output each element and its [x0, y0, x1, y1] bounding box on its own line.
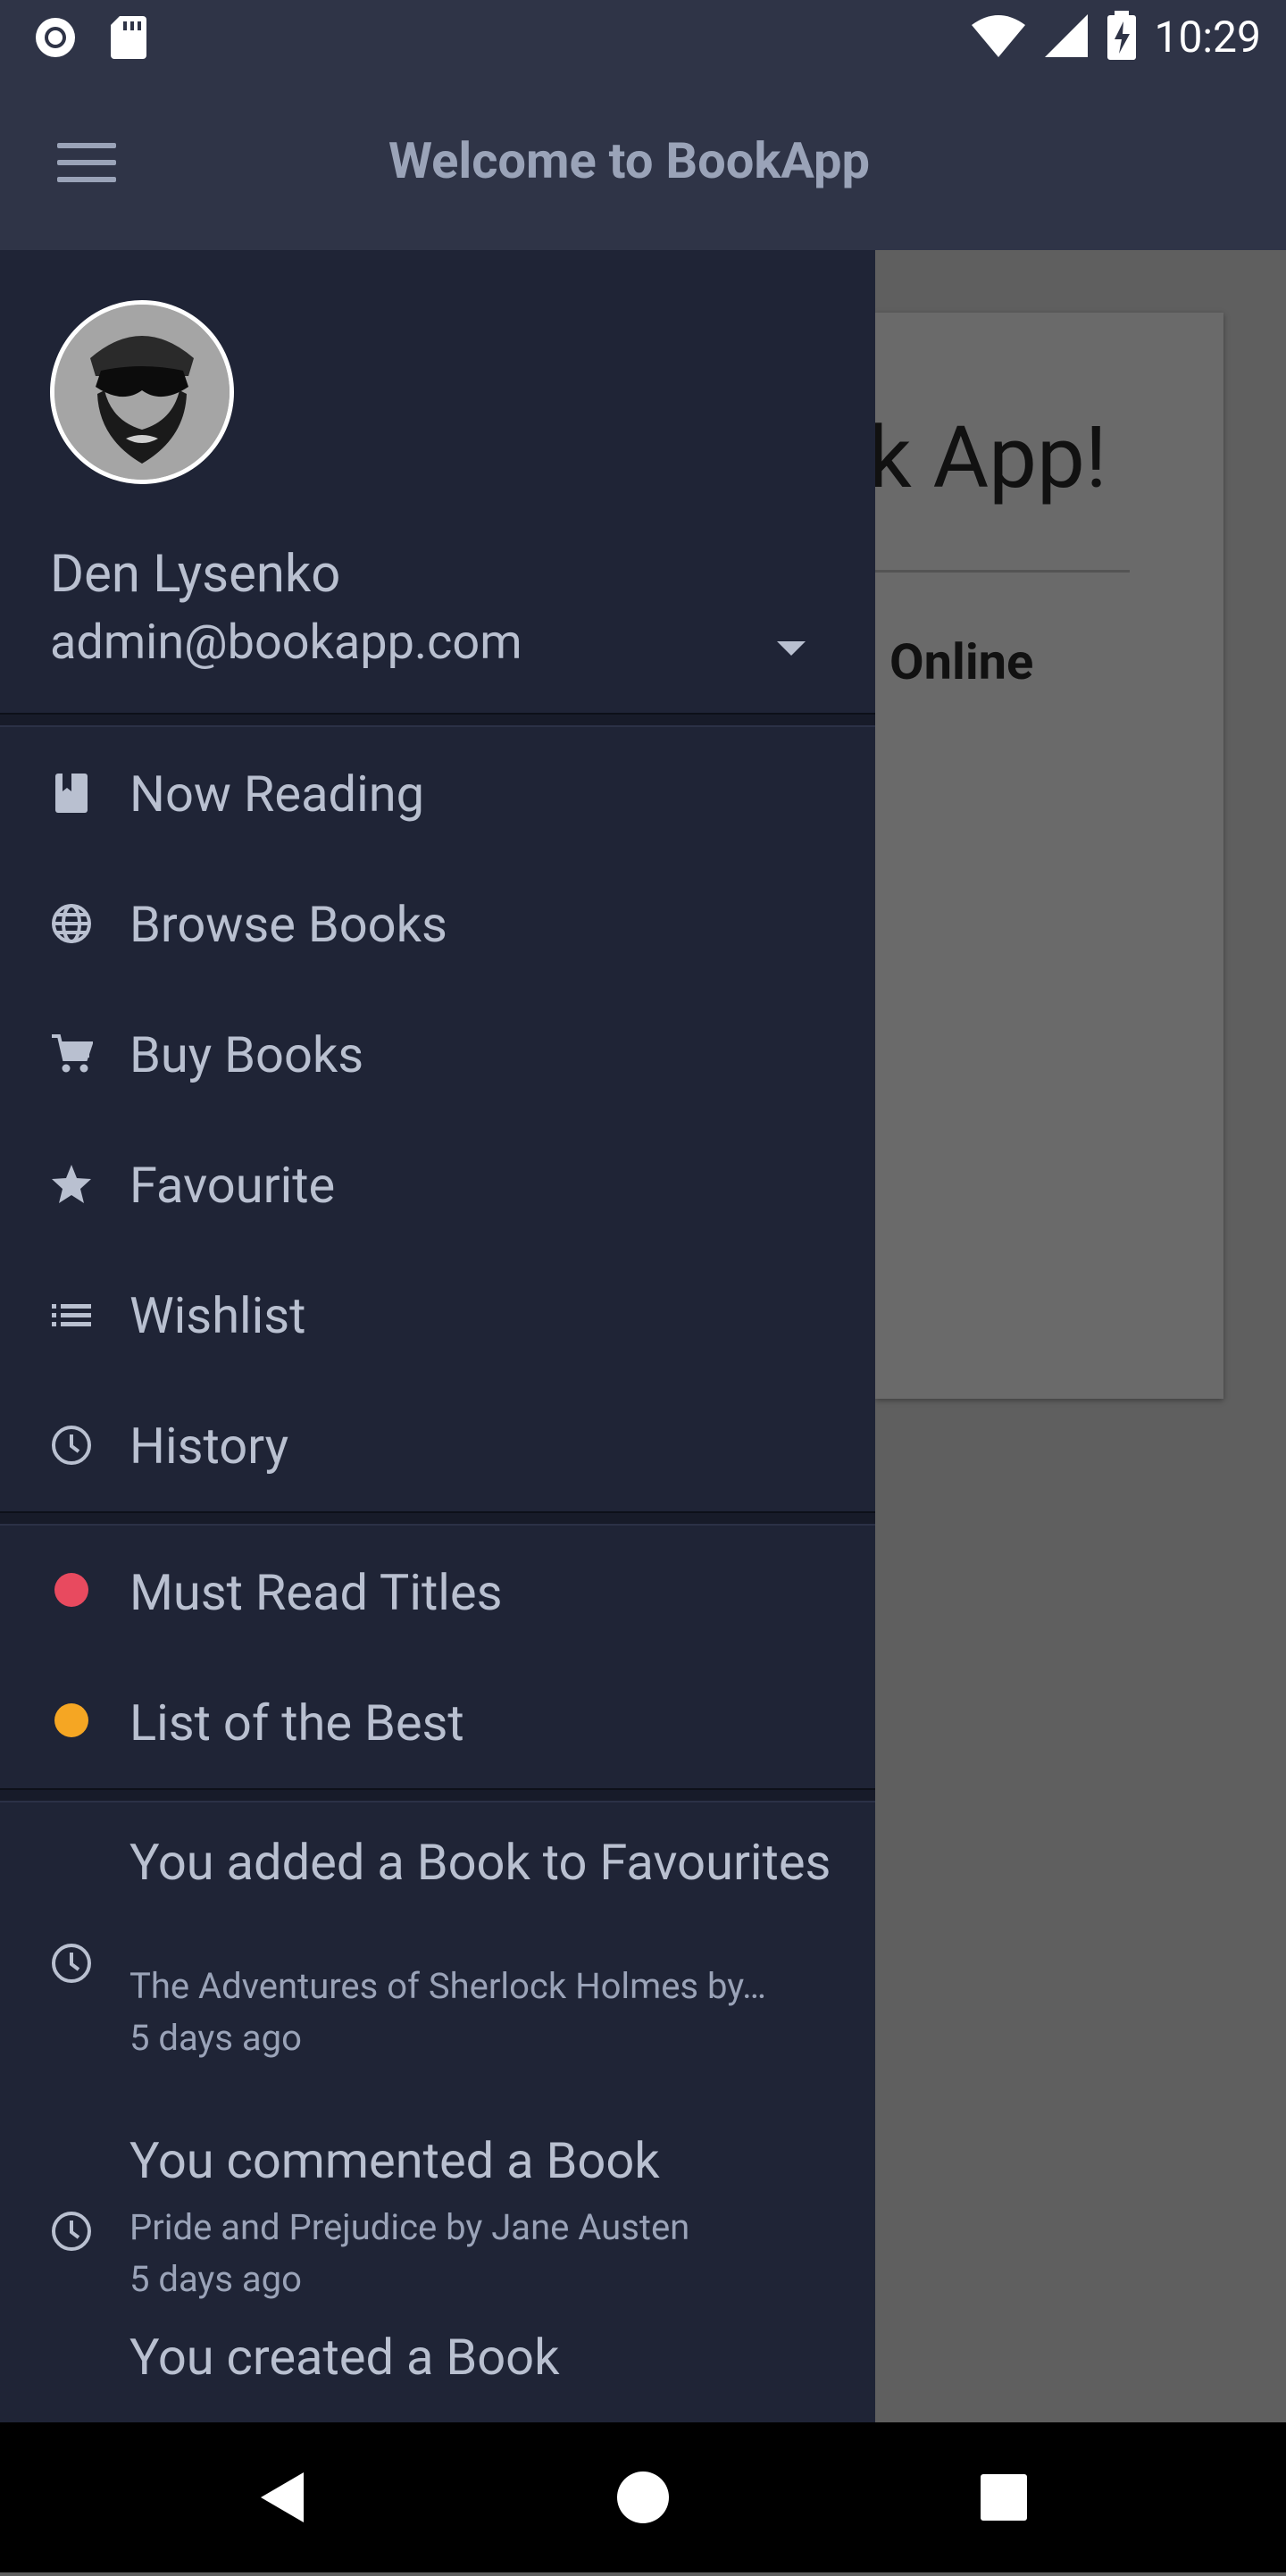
list-icon	[50, 1293, 93, 1336]
status-time: 10:29	[1154, 12, 1261, 63]
activity-item[interactable]: You commented a Book Pride and Prejudice…	[0, 2072, 875, 2304]
account-dropdown-icon[interactable]	[773, 638, 809, 659]
activity-item[interactable]: You created a Book	[0, 2304, 875, 2422]
nav-item-history[interactable]: History	[0, 1381, 875, 1511]
book-icon	[50, 772, 93, 815]
orange-dot-icon	[54, 1703, 88, 1737]
globe-icon	[50, 902, 93, 945]
account-email: admin@bookapp.com	[50, 615, 522, 671]
label-item-must-read-titles[interactable]: Must Read Titles	[0, 1527, 875, 1658]
label-item-label: List of the Best	[129, 1694, 464, 1752]
nav-item-label: Buy Books	[129, 1025, 364, 1084]
sd-card-icon	[109, 14, 148, 64]
hamburger-menu-icon[interactable]	[57, 143, 116, 186]
nav-item-browse-books[interactable]: Browse Books	[0, 859, 875, 990]
account-name: Den Lysenko	[50, 544, 341, 605]
nav-item-wishlist[interactable]: Wishlist	[0, 1250, 875, 1381]
nav-item-label: Favourite	[129, 1156, 336, 1215]
nav-item-label: History	[129, 1417, 289, 1476]
activity-subtitle: Pride and Prejudice by Jane Austen	[129, 2206, 690, 2248]
cart-icon	[50, 1033, 94, 1075]
label-item-list-of-the-best[interactable]: List of the Best	[0, 1658, 875, 1788]
cellular-signal-icon	[1043, 13, 1090, 63]
activity-title: You created a Book	[129, 2328, 560, 2387]
star-icon	[50, 1163, 93, 1206]
home-icon[interactable]	[554, 2422, 732, 2572]
activity-time: 5 days ago	[129, 2017, 302, 2059]
nav-item-label: Now Reading	[129, 765, 425, 824]
background-subtext: Online	[889, 632, 1034, 691]
avatar[interactable]	[50, 300, 234, 484]
nav-item-now-reading[interactable]: Now Reading	[0, 729, 875, 859]
drawer-divider	[0, 713, 875, 727]
activity-subtitle: The Adventures of Sherlock Holmes by…	[129, 1965, 766, 2007]
background-card: k App! Online	[868, 313, 1223, 1399]
label-item-label: Must Read Titles	[129, 1563, 503, 1622]
background-divider	[875, 570, 1130, 573]
drawer-divider	[0, 1511, 875, 1526]
activity-title: You added a Book to Favourites	[129, 1833, 831, 1892]
battery-charging-icon	[1106, 11, 1138, 64]
clock-icon	[50, 1424, 93, 1467]
system-navigation-bar	[0, 2422, 1286, 2572]
nav-item-label: Browse Books	[129, 895, 447, 954]
activity-time: 5 days ago	[129, 2258, 302, 2300]
clock-icon	[50, 1942, 93, 1985]
clock-icon	[50, 2210, 93, 2253]
background-headline: k App!	[868, 408, 1107, 508]
red-dot-icon	[54, 1573, 88, 1607]
app-bar: Welcome to BookApp	[0, 77, 1286, 250]
circle-notification-icon	[32, 14, 79, 64]
status-bar: 10:29	[0, 0, 1286, 77]
activity-title: You commented a Book	[129, 2131, 660, 2190]
nav-item-favourite[interactable]: Favourite	[0, 1120, 875, 1250]
nav-item-buy-books[interactable]: Buy Books	[0, 990, 875, 1120]
wifi-icon	[970, 13, 1027, 63]
navigation-drawer: Den Lysenko admin@bookapp.com Now Readin…	[0, 250, 875, 2422]
app-title: Welcome to BookApp	[388, 131, 871, 190]
nav-item-label: Wishlist	[129, 1286, 306, 1345]
activity-item[interactable]: You added a Book to Favourites The Adven…	[0, 1804, 875, 2072]
recents-icon[interactable]	[914, 2422, 1093, 2572]
drawer-divider	[0, 1788, 875, 1802]
back-icon[interactable]	[193, 2422, 372, 2572]
